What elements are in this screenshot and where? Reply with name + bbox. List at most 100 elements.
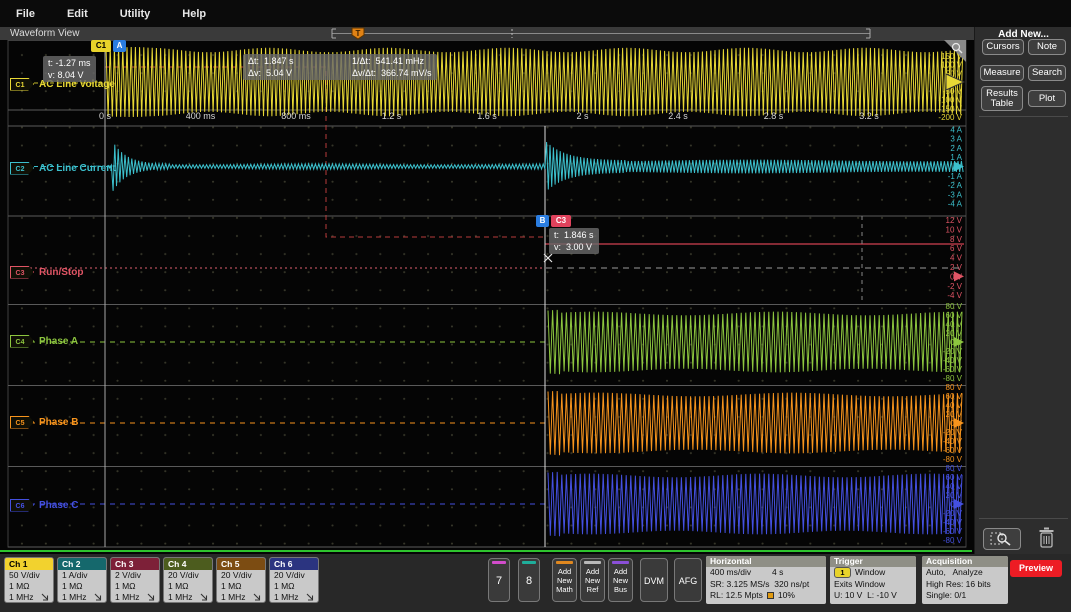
scale-label: 1 A — [950, 153, 962, 162]
channel-card-2[interactable]: Ch 21 A/div1 MΩ1 MHz — [57, 557, 107, 603]
trigger-position-marker[interactable]: T — [352, 28, 364, 39]
scale-label: 4 V — [950, 254, 963, 263]
scale-label: -80 V — [943, 536, 963, 545]
button-color-strip — [492, 561, 506, 564]
channel-badge-icon: C1 — [10, 78, 34, 91]
cursor-b-badge[interactable]: B — [536, 215, 549, 227]
dvm-button[interactable]: DVM — [640, 558, 668, 602]
scale-label: -100 V — [938, 96, 962, 105]
channel-card-row: 1 MHz — [164, 592, 212, 603]
waveform-ch5 — [548, 391, 962, 455]
channel-badge-icon: C5 — [10, 416, 34, 429]
waveform-ch4 — [548, 310, 962, 374]
waveform-ch6 — [548, 472, 962, 536]
scale-label: 4 A — [950, 125, 962, 134]
channel-card-row: 1 MHz — [58, 592, 106, 603]
cursor-a-source-badge[interactable]: C1 — [91, 40, 111, 52]
channel-card-4[interactable]: Ch 420 V/div1 MΩ1 MHz — [163, 557, 213, 603]
button-color-strip — [556, 561, 573, 564]
channel-button-8[interactable]: 8 — [518, 558, 540, 602]
probe-icon — [200, 593, 209, 602]
channel-handle-c2[interactable]: C2AC Line Current — [10, 161, 116, 175]
sidebar-button-plot[interactable]: Plot — [1028, 90, 1066, 107]
scale-label: 2 A — [950, 144, 962, 153]
acquisition-panel[interactable]: Acquisition Auto, Analyze High Res: 16 b… — [922, 556, 1008, 604]
channel-card-row: 1 MΩ — [270, 581, 318, 592]
probe-icon — [147, 593, 156, 602]
channel-handle-c5[interactable]: C5 Phase B — [10, 415, 78, 429]
tab-waveform-view[interactable]: Waveform View — [10, 27, 79, 40]
trigger-a-badge[interactable]: A — [113, 40, 126, 52]
afg-button[interactable]: AFG — [674, 558, 702, 602]
scale-label: -20 V — [943, 428, 963, 437]
scale-label: -80 V — [943, 374, 963, 383]
scale-label: 6 V — [950, 244, 963, 253]
menu-item-help[interactable]: Help — [166, 8, 222, 20]
scale-label: -20 V — [943, 509, 963, 518]
channel-badge-icon: C4 — [10, 335, 34, 348]
channel-card-title: Ch 4 — [164, 558, 212, 570]
active-view-indicator — [0, 550, 972, 552]
time-axis-label: 0 s — [99, 111, 111, 121]
channel-handle-c3[interactable]: C3Run/Stop — [10, 265, 83, 279]
channel-card-row: 1 MHz — [5, 592, 53, 603]
tab-strip: Waveform View T — [0, 27, 974, 40]
trigger-panel-title: Trigger — [830, 556, 916, 567]
channel-card-3[interactable]: Ch 32 V/div1 MΩ1 MHz — [110, 557, 160, 603]
channel-card-title: Ch 5 — [217, 558, 265, 570]
channel-label: Phase A — [39, 336, 78, 347]
add-new-math-button[interactable]: Add New Math — [552, 558, 577, 602]
waveform-ch1 — [106, 47, 963, 117]
channel-card-title: Ch 1 — [5, 558, 53, 570]
channel-card-row: 20 V/div — [217, 570, 265, 581]
cursor-a-readout: t: -1.27 msv: 8.04 V — [43, 56, 96, 82]
preview-button[interactable]: Preview — [1010, 560, 1062, 577]
sidebar-button-results-table[interactable]: Results Table — [981, 86, 1023, 111]
menu-item-utility[interactable]: Utility — [104, 8, 167, 20]
scale-label: 80 V — [946, 383, 963, 392]
channel-card-6[interactable]: Ch 620 V/div1 MΩ1 MHz — [269, 557, 319, 603]
sidebar-button-search[interactable]: Search — [1028, 65, 1066, 81]
cursor-b-readout: t: 1.846 sv: 3.00 V — [549, 228, 599, 254]
sidebar-button-measure[interactable]: Measure — [980, 65, 1024, 81]
bottom-settings-bar: Horizontal 400 ms/div4 s SR: 3.125 MS/s … — [0, 554, 1071, 612]
channel-label: Phase B — [39, 417, 78, 428]
probe-icon — [41, 593, 50, 602]
channel-label: Run/Stop — [39, 267, 83, 278]
channel-card-title: Ch 2 — [58, 558, 106, 570]
zoom-mode-button[interactable] — [983, 528, 1021, 550]
waveform-plot[interactable]: 150 V100 V50 V-50 V-100 V-150 V-200 V4 A… — [0, 40, 974, 554]
probe-icon — [94, 593, 103, 602]
trash-icon[interactable] — [1037, 526, 1055, 550]
channel-card-row: 20 V/div — [164, 570, 212, 581]
time-axis-label: 400 ms — [186, 111, 216, 121]
sidebar-button-note[interactable]: Note — [1028, 39, 1066, 55]
cursor-b-source-badge[interactable]: C3 — [551, 215, 571, 227]
channel-handle-c4[interactable]: C4 Phase A — [10, 334, 78, 348]
scale-label: -80 V — [943, 455, 963, 464]
channel-card-1[interactable]: Ch 150 V/div1 MΩ1 MHz — [4, 557, 54, 603]
channel-card-row: 1 MHz — [270, 592, 318, 603]
waveform-ch2 — [108, 142, 963, 191]
time-axis-label: 2 s — [576, 111, 588, 121]
horizontal-panel[interactable]: Horizontal 400 ms/div4 s SR: 3.125 MS/s … — [706, 556, 826, 604]
channel-handle-c6[interactable]: C6Phase C — [10, 498, 78, 512]
sidebar-button-cursors[interactable]: Cursors — [982, 39, 1024, 55]
add-new-bus-button[interactable]: Add New Bus — [608, 558, 633, 602]
channel-card-row: 1 MΩ — [58, 581, 106, 592]
trigger-panel[interactable]: Trigger 1Window Exits Window U: 10 V L: … — [830, 556, 916, 604]
channel-label: AC Line Current — [39, 163, 116, 174]
channel-card-5[interactable]: Ch 520 V/div1 MΩ1 MHz — [216, 557, 266, 603]
scale-label: 10 V — [946, 225, 963, 234]
add-new-ref-button[interactable]: Add New Ref — [580, 558, 605, 602]
scale-label: -20 V — [943, 347, 963, 356]
channel-badge-icon: C6 — [10, 499, 34, 512]
channel-button-7[interactable]: 7 — [488, 558, 510, 602]
menu-item-file[interactable]: File — [0, 8, 51, 20]
time-axis-label: 1.2 s — [382, 111, 402, 121]
button-color-strip — [584, 561, 601, 564]
horizontal-overview-slider[interactable]: T — [328, 27, 888, 40]
menu-item-edit[interactable]: Edit — [51, 8, 104, 20]
scale-label: 8 V — [950, 235, 963, 244]
channel-card-row: 1 A/div — [58, 570, 106, 581]
